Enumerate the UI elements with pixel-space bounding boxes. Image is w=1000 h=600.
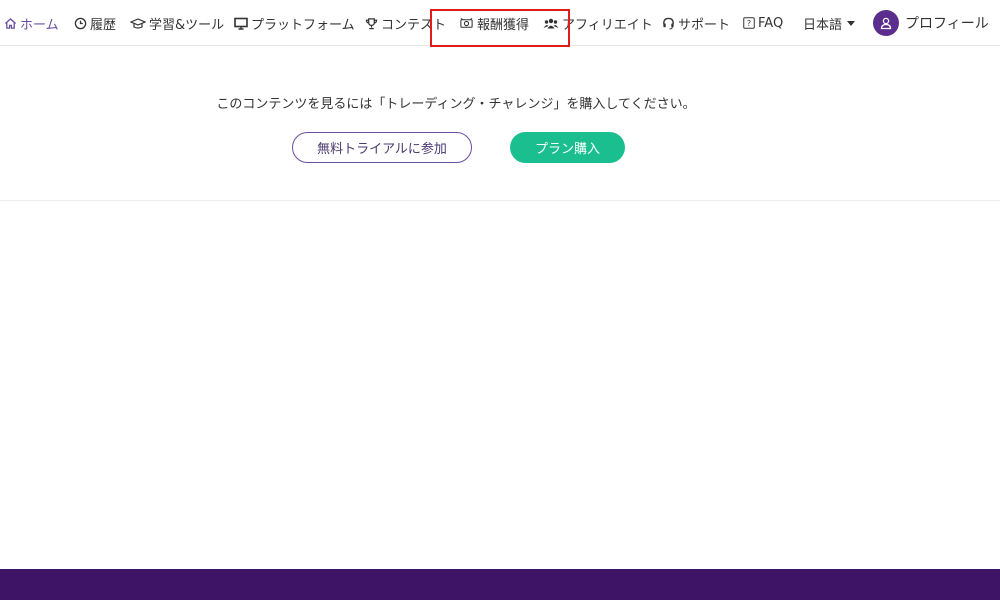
nav-affiliate[interactable]: アフィリエイト xyxy=(543,0,653,46)
nav-history-label: 履歴 xyxy=(90,17,117,33)
profile-menu[interactable]: プロフィール xyxy=(873,0,989,46)
question-icon: ? xyxy=(743,17,755,29)
nav-support-label: サポート xyxy=(678,17,731,33)
nav-home-label: ホーム xyxy=(20,17,59,33)
user-icon xyxy=(880,17,892,30)
purchase-prompt: このコンテンツを見るには「トレーディング・チャレンジ」を購入してください。 無料… xyxy=(0,53,1000,201)
nav-history[interactable]: 履歴 xyxy=(74,0,116,46)
nav-contest-label: コンテスト xyxy=(381,17,447,33)
nav-platform-label: プラットフォーム xyxy=(251,17,355,33)
nav-rewards[interactable]: 報酬獲得 xyxy=(459,0,529,46)
headset-icon xyxy=(662,17,675,30)
monitor-icon xyxy=(234,17,248,30)
buy-plan-button[interactable]: プラン購入 xyxy=(510,132,625,163)
nav-faq-label: FAQ xyxy=(758,15,784,31)
nav-contest[interactable]: コンテスト xyxy=(365,0,446,46)
avatar xyxy=(873,10,899,36)
nav-learning-tools[interactable]: 学習&ツール xyxy=(130,0,224,46)
clock-icon xyxy=(74,17,87,30)
nav-learning-label: 学習&ツール xyxy=(149,17,225,33)
free-trial-button[interactable]: 無料トライアルに参加 xyxy=(292,132,472,163)
trophy-icon xyxy=(365,17,378,30)
nav-affiliate-label: アフィリエイト xyxy=(562,17,653,33)
nav-faq[interactable]: ? FAQ xyxy=(743,0,783,46)
footer-bar xyxy=(0,569,1000,600)
language-label: 日本語 xyxy=(803,17,843,33)
nav-support[interactable]: サポート xyxy=(662,0,730,46)
purchase-message: このコンテンツを見るには「トレーディング・チャレンジ」を購入してください。 xyxy=(216,97,696,112)
home-icon xyxy=(4,17,17,30)
nav-platform[interactable]: プラットフォーム xyxy=(234,0,355,46)
profile-label: プロフィール xyxy=(905,16,989,32)
caret-down-icon xyxy=(847,20,856,26)
svg-text:?: ? xyxy=(747,19,751,28)
graduation-cap-icon xyxy=(130,17,146,30)
users-icon xyxy=(543,17,559,30)
nav-home[interactable]: ホーム xyxy=(4,0,59,46)
language-dropdown[interactable]: 日本語 xyxy=(803,0,856,46)
rewards-icon xyxy=(459,17,474,30)
top-navbar: ホーム 履歴 学習&ツール プラットフォーム コンテスト 報酬獲得 アフィリエイ… xyxy=(0,0,1000,46)
nav-rewards-label: 報酬獲得 xyxy=(477,17,530,33)
